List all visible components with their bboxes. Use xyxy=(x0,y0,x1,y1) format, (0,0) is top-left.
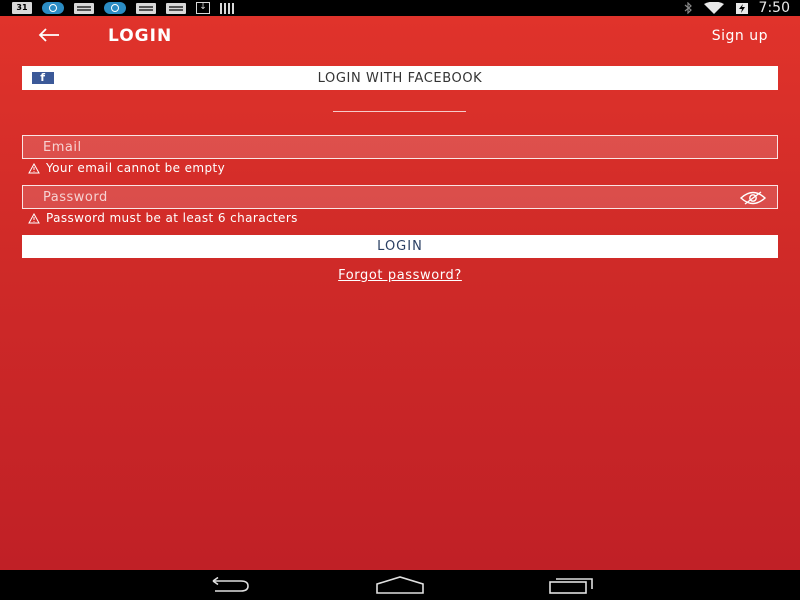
login-button-label: LOGIN xyxy=(377,239,423,254)
forgot-password-container: Forgot password? xyxy=(0,268,800,283)
email-error-text: Your email cannot be empty xyxy=(46,161,226,175)
forgot-password-link[interactable]: Forgot password? xyxy=(338,268,462,283)
login-button[interactable]: LOGIN xyxy=(22,235,778,258)
login-screen: LOGIN Sign up f LOGIN WITH FACEBOOK Your… xyxy=(0,16,800,570)
password-error: Password must be at least 6 characters xyxy=(28,211,298,225)
nav-back-icon[interactable] xyxy=(205,577,251,593)
barcode-icon xyxy=(220,2,234,14)
password-input[interactable] xyxy=(23,186,777,209)
mail-icon xyxy=(74,2,94,14)
clock: 7:50 xyxy=(758,0,790,16)
email-error: Your email cannot be empty xyxy=(28,161,225,175)
hide-password-eye-icon[interactable] xyxy=(739,190,767,206)
nav-home-icon[interactable] xyxy=(375,576,425,594)
notification-icons: 31 ↓ xyxy=(0,2,234,14)
email-field[interactable] xyxy=(22,135,778,159)
signup-link[interactable]: Sign up xyxy=(712,28,768,44)
mail-icon xyxy=(136,2,156,14)
download-icon: ↓ xyxy=(196,2,210,14)
mail-icon xyxy=(166,2,186,14)
battery-icon xyxy=(735,2,748,14)
warning-icon xyxy=(28,212,40,223)
password-field[interactable] xyxy=(22,185,778,209)
email-input[interactable] xyxy=(23,136,777,159)
nav-recent-apps-icon[interactable] xyxy=(548,576,596,594)
facebook-button-label: LOGIN WITH FACEBOOK xyxy=(317,70,483,86)
bluetooth-icon xyxy=(684,2,692,14)
system-icons: 7:50 xyxy=(683,0,800,16)
password-error-text: Password must be at least 6 characters xyxy=(46,211,298,225)
calendar-icon: 31 xyxy=(12,2,32,14)
divider xyxy=(333,111,466,112)
sync-icon xyxy=(104,2,126,14)
warning-icon xyxy=(28,162,40,173)
back-arrow-icon[interactable] xyxy=(36,24,62,46)
wifi-icon xyxy=(703,2,724,14)
facebook-icon: f xyxy=(32,72,54,84)
navigation-bar xyxy=(0,570,800,600)
page-title: LOGIN xyxy=(108,26,173,46)
sync-icon xyxy=(42,2,64,14)
status-bar: 31 ↓ 7:50 xyxy=(0,0,800,16)
login-with-facebook-button[interactable]: f LOGIN WITH FACEBOOK xyxy=(22,66,778,90)
app-header: LOGIN Sign up xyxy=(0,16,800,56)
